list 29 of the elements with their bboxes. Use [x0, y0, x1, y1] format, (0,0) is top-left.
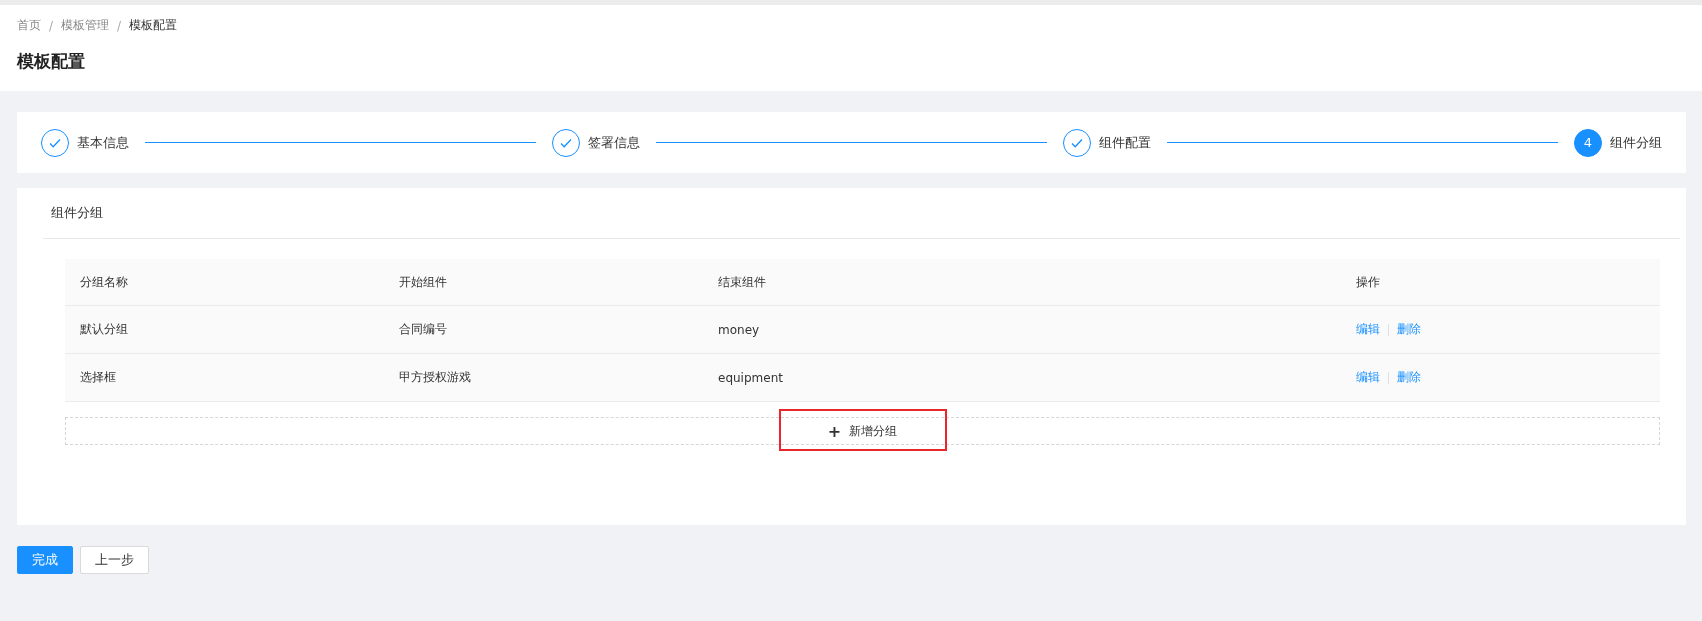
- breadcrumb-separator: /: [117, 18, 122, 33]
- step-label: 组件分组: [1610, 133, 1662, 152]
- edit-link[interactable]: 编辑: [1356, 322, 1380, 336]
- breadcrumb-item: 模板配置: [129, 17, 178, 34]
- previous-button[interactable]: 上一步: [80, 546, 149, 574]
- column-header: 分组名称: [65, 259, 384, 306]
- edit-link[interactable]: 编辑: [1356, 370, 1380, 384]
- delete-link[interactable]: 删除: [1397, 370, 1421, 384]
- column-header: 结束组件: [703, 259, 1341, 306]
- table-cell: 默认分组: [65, 305, 384, 354]
- add-group-button[interactable]: + 新增分组: [65, 417, 1660, 445]
- table-cell: 选择框: [65, 353, 384, 402]
- table-cell: money: [703, 305, 1341, 354]
- column-header: 开始组件: [384, 259, 703, 306]
- step-label: 组件配置: [1099, 133, 1151, 152]
- step-number: 4: [1574, 128, 1602, 157]
- step-label: 签署信息: [588, 133, 640, 152]
- table-cell: equipment: [703, 353, 1341, 402]
- finish-button[interactable]: 完成: [17, 546, 73, 574]
- table-cell: 甲方授权游戏: [384, 353, 703, 402]
- breadcrumb-item[interactable]: 模板管理: [61, 17, 110, 34]
- breadcrumb-separator: /: [49, 18, 54, 33]
- delete-link[interactable]: 删除: [1397, 322, 1421, 336]
- page-title: 模板配置: [17, 50, 86, 73]
- column-header: 操作: [1341, 259, 1660, 306]
- section-title: 组件分组: [43, 188, 1680, 239]
- breadcrumb-item[interactable]: 首页: [17, 17, 41, 34]
- table-cell: 合同编号: [384, 305, 703, 354]
- step-label: 基本信息: [77, 133, 129, 152]
